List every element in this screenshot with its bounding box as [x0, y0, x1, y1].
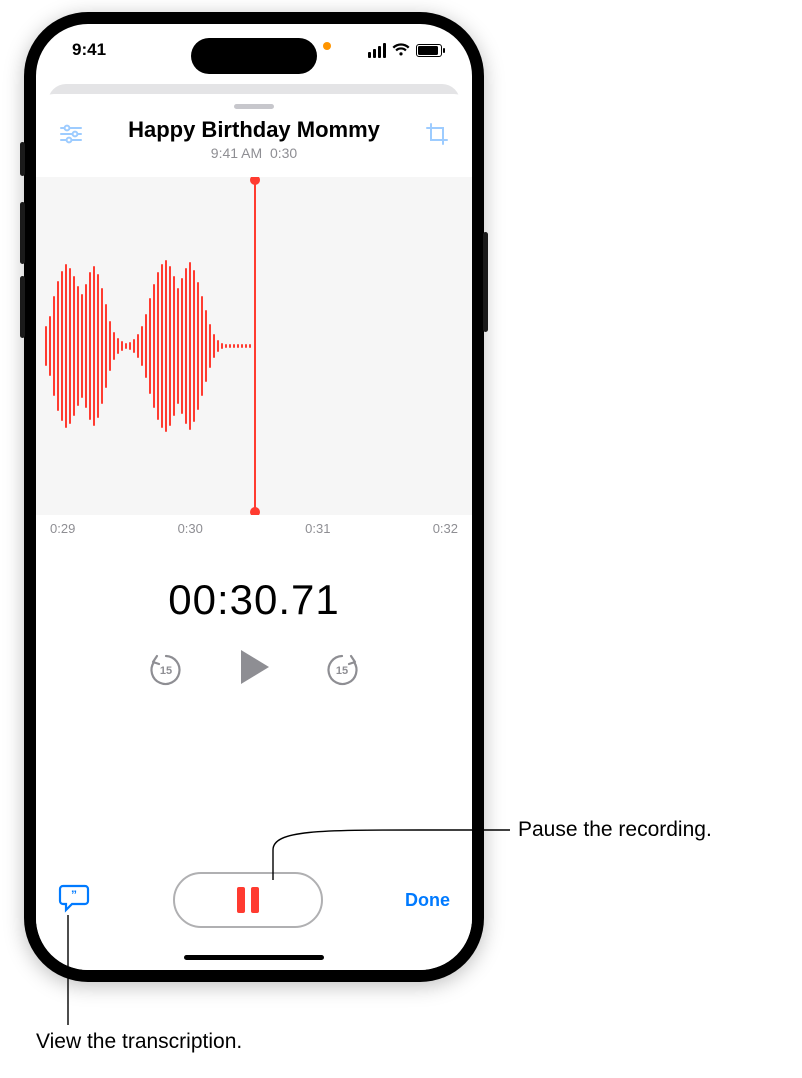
playhead[interactable] [254, 177, 256, 515]
status-right-icons [368, 43, 442, 58]
side-button-power [483, 232, 488, 332]
home-indicator[interactable] [184, 955, 324, 960]
settings-sliders-icon[interactable] [54, 117, 88, 151]
recording-sheet: Happy Birthday Mommy 9:41 AM 0:30 [36, 94, 472, 970]
elapsed-time: 00:30.71 [36, 576, 472, 624]
recording-subtitle: 9:41 AM 0:30 [88, 145, 420, 161]
recording-time-label: 9:41 AM [211, 145, 262, 161]
side-button-volume-up [20, 202, 25, 264]
tick-label: 0:31 [305, 521, 330, 536]
svg-text:15: 15 [160, 665, 172, 677]
play-button[interactable] [237, 648, 271, 691]
recording-title[interactable]: Happy Birthday Mommy [88, 117, 420, 143]
waveform-area[interactable] [36, 177, 472, 515]
tick-label: 0:32 [433, 521, 458, 536]
battery-icon [416, 44, 442, 57]
pause-recording-button[interactable] [173, 872, 323, 928]
status-bar: 9:41 [36, 24, 472, 76]
skip-back-15-button[interactable]: 15 [147, 651, 185, 689]
svg-text:15: 15 [336, 665, 348, 677]
transcription-button[interactable]: ” [58, 883, 90, 918]
recording-duration-label: 0:30 [270, 145, 297, 161]
side-button-volume-down [20, 276, 25, 338]
trim-crop-icon[interactable] [420, 117, 454, 151]
tick-label: 0:30 [178, 521, 203, 536]
phone-frame: 9:41 Happy Birthday Mommy 9:41 AM [24, 12, 484, 982]
svg-text:”: ” [71, 888, 77, 902]
pause-icon [251, 887, 259, 913]
done-button[interactable]: Done [405, 890, 450, 911]
signal-icon [368, 43, 386, 58]
pause-icon [237, 887, 245, 913]
skip-forward-15-button[interactable]: 15 [323, 651, 361, 689]
screen: 9:41 Happy Birthday Mommy 9:41 AM [36, 24, 472, 970]
speech-bubble-quote-icon: ” [58, 883, 90, 913]
wifi-icon [392, 43, 410, 57]
callout-pause: Pause the recording. [518, 818, 712, 842]
status-time: 9:41 [72, 40, 106, 60]
dynamic-island [191, 38, 317, 74]
timeline-ticks: 0:29 0:30 0:31 0:32 [36, 515, 472, 536]
recording-indicator-dot [323, 42, 331, 50]
callout-transcription: View the transcription. [36, 1030, 242, 1054]
side-button-silent [20, 142, 25, 176]
tick-label: 0:29 [50, 521, 75, 536]
sheet-grabber[interactable] [234, 104, 274, 109]
